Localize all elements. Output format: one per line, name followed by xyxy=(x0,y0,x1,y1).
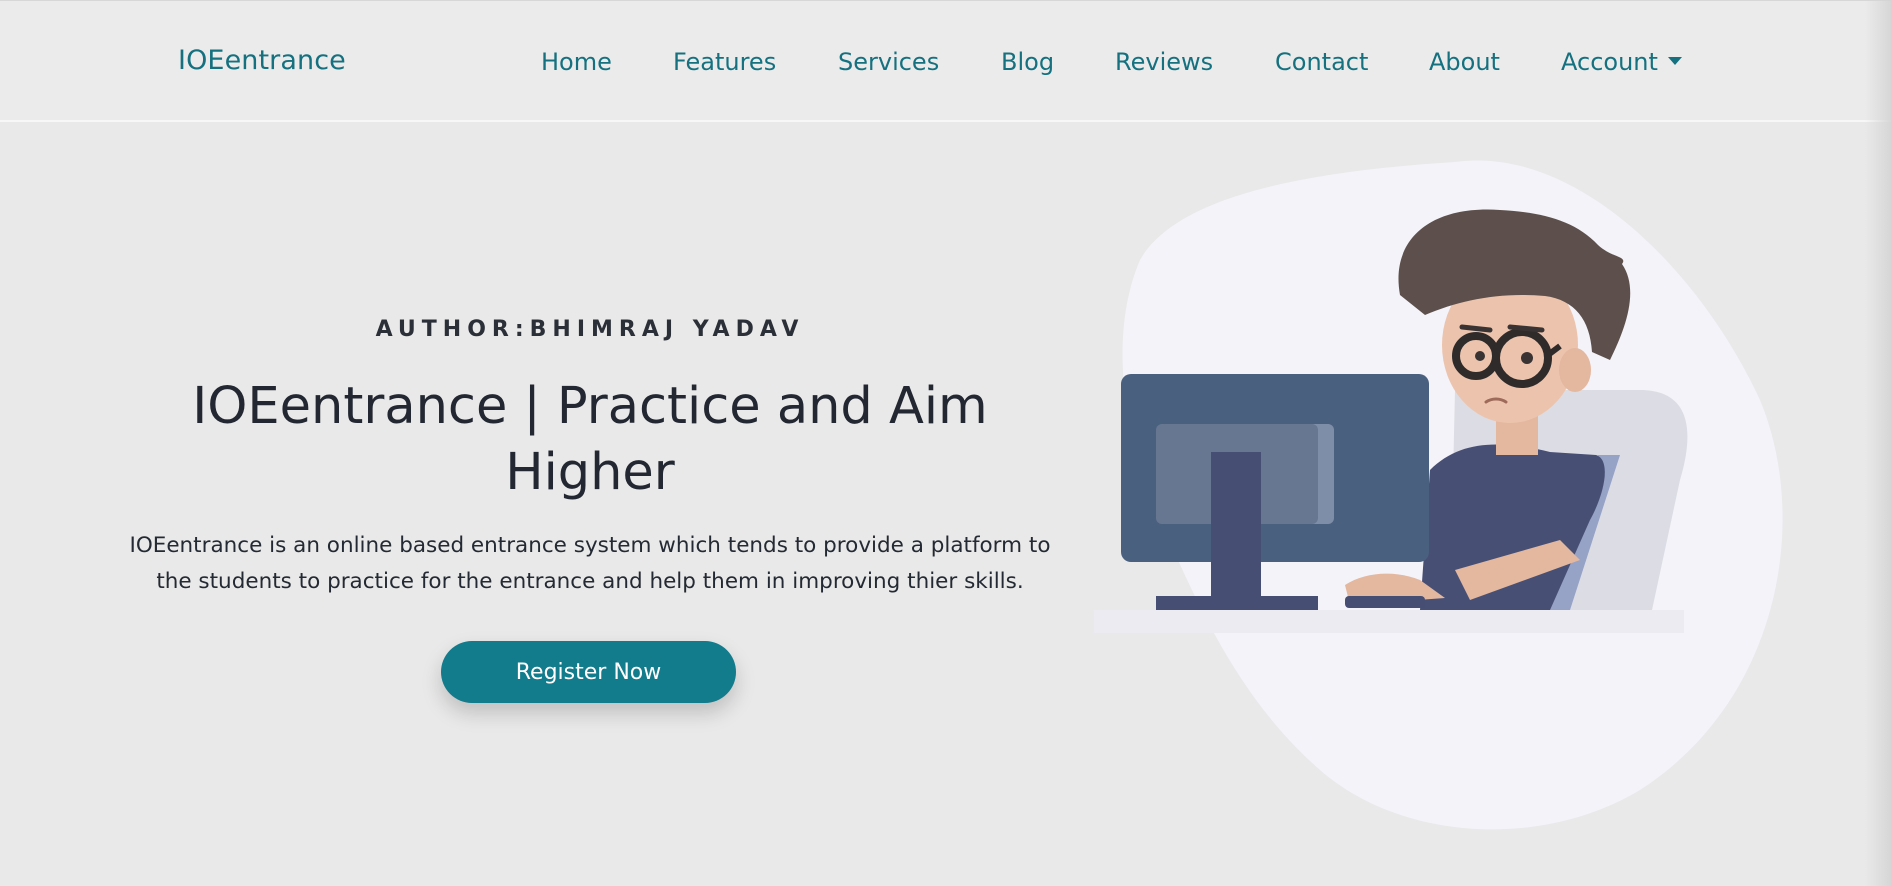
nav-account-label: Account xyxy=(1561,48,1658,76)
nav-contact[interactable]: Contact xyxy=(1275,48,1368,76)
nav-reviews[interactable]: Reviews xyxy=(1115,48,1213,76)
hero-title: IOEentrance | Practice and Aim Higher xyxy=(96,374,1084,506)
hero-description-line-1: IOEentrance is an online based entrance … xyxy=(129,533,1051,558)
nav-about[interactable]: About xyxy=(1429,48,1500,76)
keyboard xyxy=(1345,596,1425,608)
student-at-computer-illustration xyxy=(1080,150,1820,850)
nav-home[interactable]: Home xyxy=(541,48,612,76)
nav-account-dropdown[interactable]: Account xyxy=(1561,48,1682,76)
register-now-button[interactable]: Register Now xyxy=(441,641,736,703)
nav-features[interactable]: Features xyxy=(673,48,776,76)
hero-description-line-2: the students to practice for the entranc… xyxy=(156,569,1024,594)
ear xyxy=(1559,348,1591,392)
nav-menu: Home Features Services Blog Reviews Cont… xyxy=(0,48,1891,84)
page: IOEentrance Home Features Services Blog … xyxy=(0,0,1891,886)
monitor-stand xyxy=(1211,452,1261,602)
top-navbar: IOEentrance Home Features Services Blog … xyxy=(0,0,1891,122)
hero-title-line-2: Higher xyxy=(505,443,675,502)
caret-down-icon xyxy=(1667,57,1682,65)
hero-description: IOEentrance is an online based entrance … xyxy=(110,528,1070,600)
desk xyxy=(1094,610,1684,633)
hero-title-line-1: IOEentrance | Practice and Aim xyxy=(192,377,988,436)
nav-services[interactable]: Services xyxy=(838,48,939,76)
page-edge-shadow xyxy=(1865,0,1891,886)
monitor-base xyxy=(1156,596,1318,610)
hero-text: AUTHOR:BHIMRAJ YADAV IOEentrance | Pract… xyxy=(96,310,1084,600)
author-label: AUTHOR:BHIMRAJ YADAV xyxy=(375,317,805,342)
nav-blog[interactable]: Blog xyxy=(1001,48,1054,76)
